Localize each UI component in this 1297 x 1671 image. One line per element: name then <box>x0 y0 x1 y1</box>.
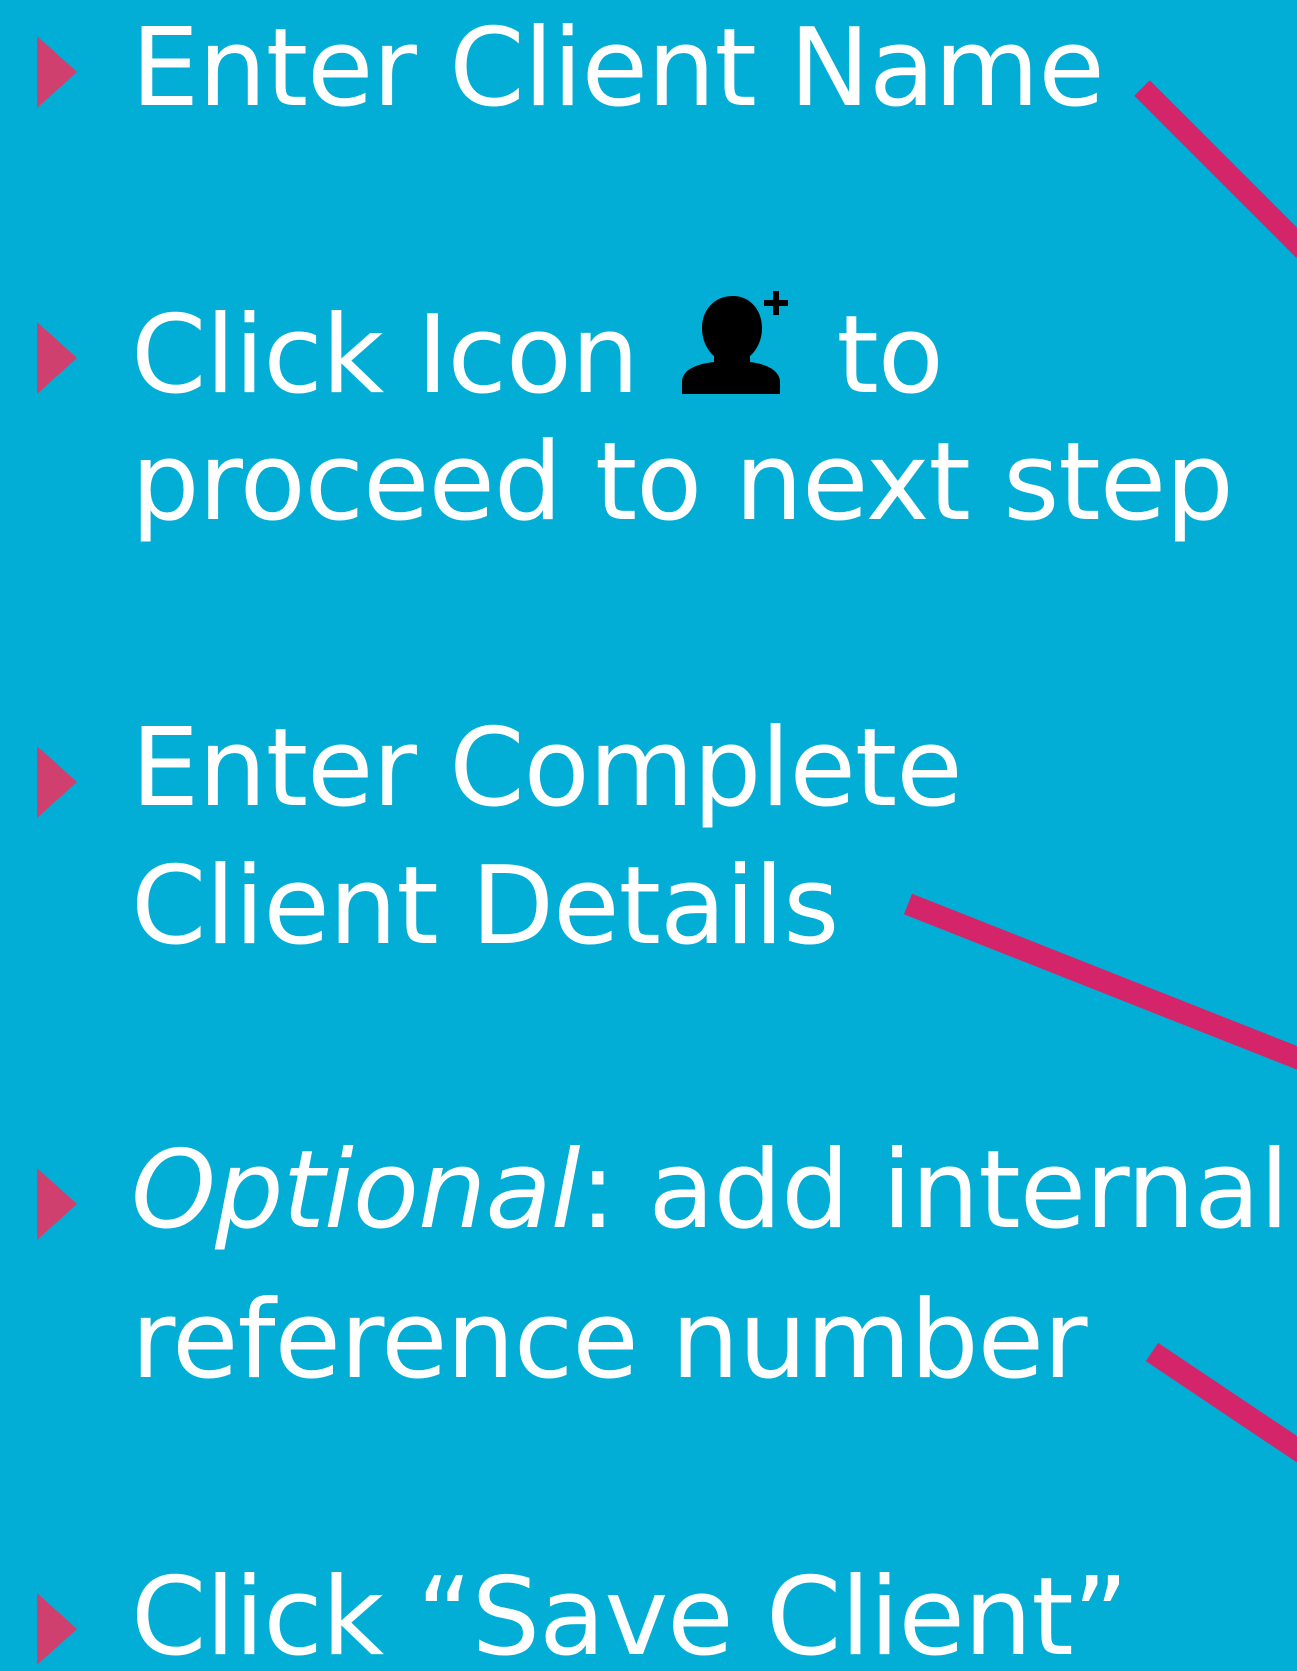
step-enter-complete-details: Enter Complete <box>131 715 963 823</box>
step-optional-reference: Optional: add internal <box>131 1137 1289 1245</box>
step-3-text-line-2: Client Details <box>131 844 839 969</box>
bullet-arrow-icon <box>37 1593 77 1665</box>
step-3-text-line-1: Enter Complete <box>131 706 963 831</box>
step-2-text-after-icon: to <box>836 293 943 418</box>
step-4-text-line-2: reference number <box>131 1278 1088 1403</box>
pointer-line-client-name <box>1134 80 1297 259</box>
step-click-save-client: Click “Save Client” <box>131 1564 1129 1671</box>
bullet-arrow-icon <box>37 322 77 394</box>
step-4-line-2: reference number <box>131 1287 1088 1395</box>
step-2-text-line-2: proceed to next step <box>131 420 1234 545</box>
step-1-text: Enter Client Name <box>131 6 1105 131</box>
step-3-line-2: Client Details <box>131 853 839 961</box>
pointer-line-client-details <box>903 893 1297 1070</box>
step-5-text: Click “Save Client” <box>131 1555 1129 1671</box>
step-enter-client-name: Enter Client Name <box>131 15 1105 123</box>
step-4-optional-label: Optional <box>131 1128 581 1253</box>
pointer-lines <box>903 80 1297 1463</box>
pointer-line-reference-number <box>1145 1342 1297 1463</box>
step-click-icon: Click Icon to <box>131 290 944 410</box>
add-user-icon <box>676 290 789 394</box>
instruction-panel: Enter Client Name Click Icon to proceed … <box>0 0 1297 1671</box>
bullet-arrow-icon <box>37 36 77 108</box>
step-2-line-2: proceed to next step <box>131 429 1234 537</box>
step-2-text-before-icon: Click Icon <box>131 293 639 418</box>
bullet-arrow-icon <box>37 746 77 818</box>
step-4-text-line-1: : add internal <box>579 1128 1290 1253</box>
bullet-arrow-icon <box>37 1168 77 1240</box>
